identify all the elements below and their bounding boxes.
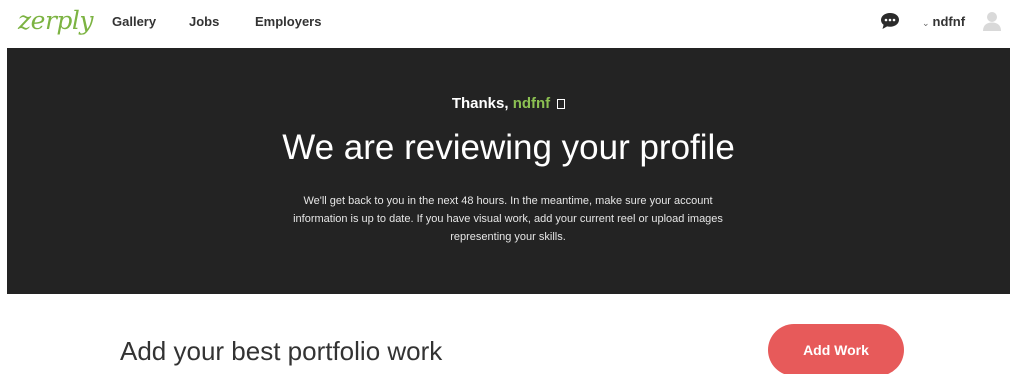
- nav-jobs-link[interactable]: Jobs: [189, 14, 219, 29]
- thanks-username: ndfnf: [512, 95, 551, 112]
- page-title: We are reviewing your profile: [282, 128, 735, 167]
- review-status-banner: Thanks, ndfnf We are reviewing your prof…: [7, 48, 1010, 294]
- chevron-down-icon: ⌄: [922, 18, 930, 28]
- top-navigation-bar: zerply Gallery Jobs Employers ⌄ ndfnf: [0, 0, 1010, 45]
- zerply-logo[interactable]: zerply: [18, 6, 94, 35]
- square-glyph-icon: [557, 99, 566, 109]
- thanks-message: Thanks, ndfnf: [7, 95, 1010, 112]
- speech-bubble-icon[interactable]: [880, 12, 900, 30]
- review-description: We'll get back to you in the next 48 hou…: [293, 195, 723, 243]
- nav-gallery-link[interactable]: Gallery: [112, 14, 156, 29]
- nav-employers-link[interactable]: Employers: [255, 14, 321, 29]
- username-label: ndfnf: [932, 14, 966, 29]
- user-menu-dropdown[interactable]: ⌄ ndfnf: [922, 14, 965, 29]
- portfolio-section-title: Add your best portfolio work: [120, 336, 443, 366]
- add-work-button[interactable]: Add Work: [768, 324, 904, 374]
- thanks-prefix: Thanks,: [451, 95, 513, 112]
- user-silhouette-icon[interactable]: [983, 10, 1001, 32]
